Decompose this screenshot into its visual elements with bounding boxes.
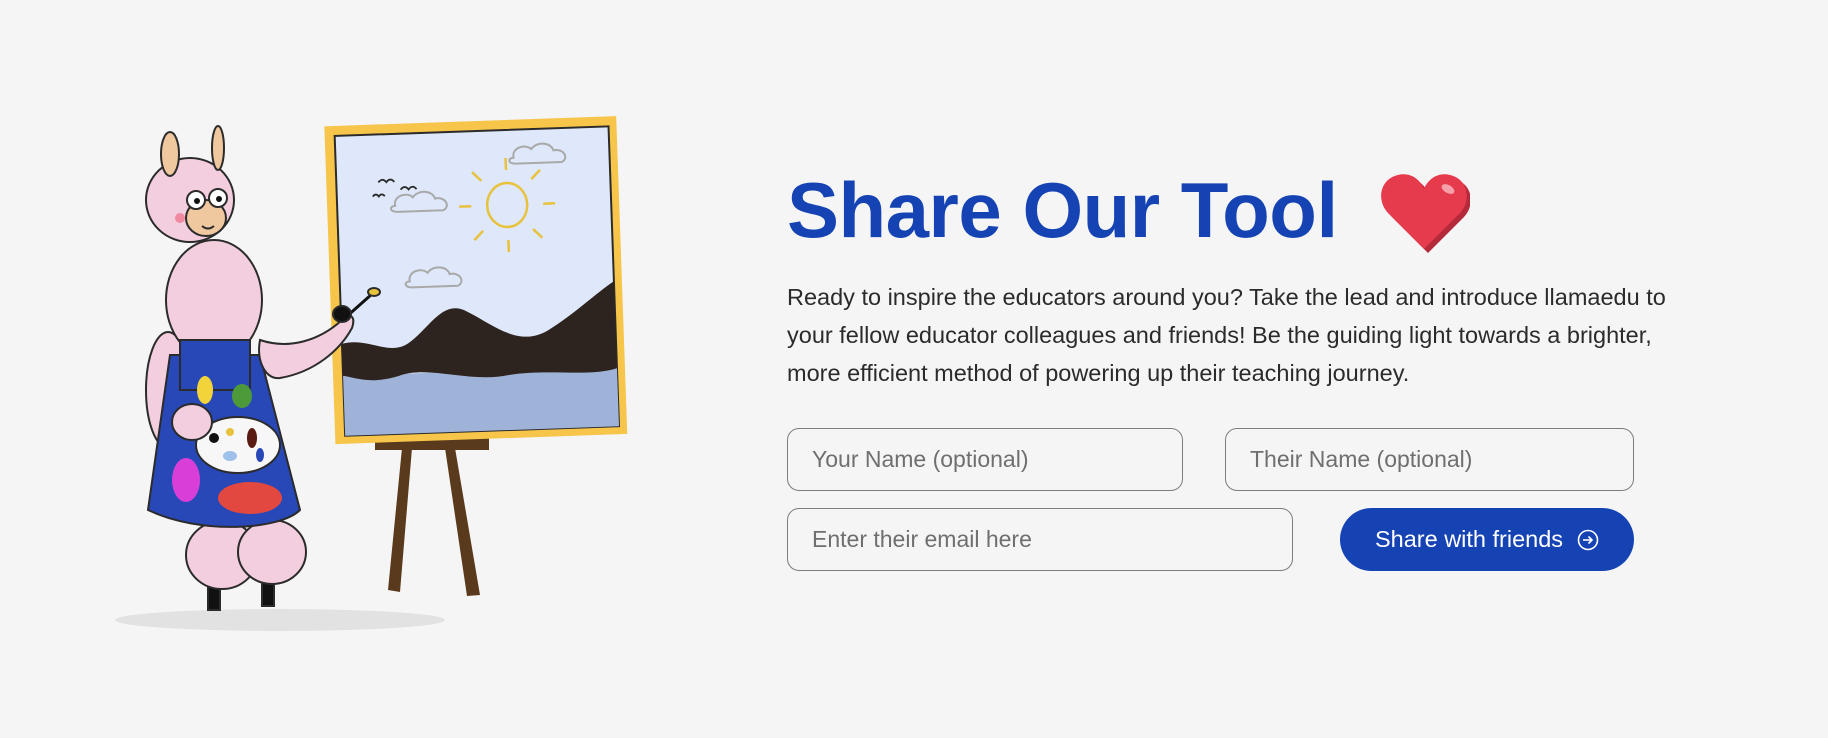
heart-icon (1380, 174, 1470, 253)
section-description: Ready to inspire the educators around yo… (787, 284, 1666, 386)
easel (375, 438, 489, 596)
page-title: Share Our Tool (787, 166, 1338, 254)
ground-shadow (115, 609, 445, 631)
share-with-friends-button[interactable]: Share with friends (1340, 508, 1634, 571)
share-section: Share Our Tool Ready to inspire the educ… (787, 160, 1737, 578)
arrow-circle-right-icon (1577, 529, 1599, 550)
share-form: Share with friends (787, 428, 1737, 578)
share-button-label: Share with friends (1374, 526, 1564, 552)
their-email-input[interactable] (787, 508, 1293, 571)
their-name-input[interactable] (1225, 428, 1634, 491)
your-name-input[interactable] (787, 428, 1183, 491)
title-row: Share Our Tool (787, 160, 1737, 260)
painting-canvas (324, 116, 628, 445)
llama-painter-illustration (110, 100, 640, 640)
